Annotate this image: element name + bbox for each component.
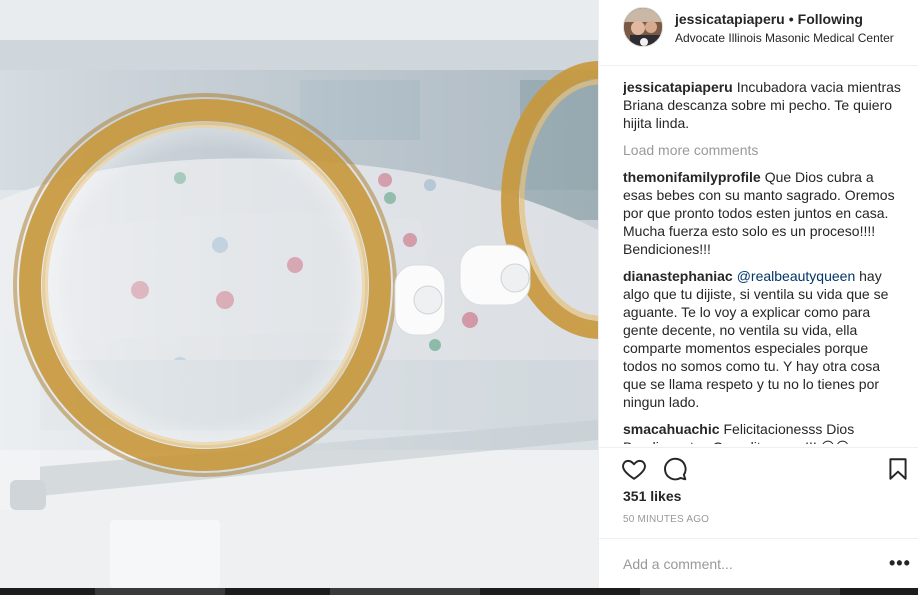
bottom-strip — [0, 588, 918, 595]
avatar[interactable] — [623, 7, 663, 47]
comment-text: hay algo que tu dijiste, si ventila su v… — [623, 268, 889, 410]
post-photo[interactable] — [0, 0, 598, 588]
comment-bubble-icon-svg — [664, 457, 687, 481]
caption-username[interactable]: jessicatapiaperu — [623, 79, 733, 95]
strip-segment — [95, 588, 225, 595]
strip-segment — [330, 588, 480, 595]
add-comment-input[interactable] — [623, 554, 863, 574]
post-sidebar: jessicatapiaperu • Following Advocate Illi… — [598, 0, 918, 588]
load-more-comments-link[interactable]: Load more comments — [623, 141, 903, 159]
post-header: jessicatapiaperu • Following Advocate Illi… — [599, 0, 918, 66]
incubator-photo — [0, 0, 598, 588]
separator-dot: • — [788, 11, 794, 27]
comment-item: smacahuachicFelicitacionesss Dios Bendig… — [623, 420, 903, 444]
comment-item: themonifamilyprofile Que Dios cubra a esa… — [623, 168, 903, 258]
action-bar — [599, 447, 918, 487]
heart-icon[interactable] — [621, 456, 647, 482]
post-timestamp[interactable]: 50 MINUTES AGO — [623, 514, 709, 525]
comment-username[interactable]: themonifamilyprofile — [623, 169, 761, 185]
comment-mention[interactable]: @realbeautyqueen — [737, 268, 856, 284]
heart-icon-svg — [622, 459, 646, 480]
following-button[interactable]: Following — [798, 11, 863, 27]
comments-list[interactable]: jessicatapiaperu Incubadora vacia mientra… — [623, 78, 903, 444]
caption: jessicatapiaperu Incubadora vacia mientra… — [623, 78, 903, 132]
bookmark-icon[interactable] — [885, 456, 911, 482]
add-comment-section: ••• — [599, 538, 918, 588]
header-user-line: jessicatapiaperu • Following — [675, 11, 863, 27]
strip-segment — [640, 588, 840, 595]
bookmark-icon-svg — [889, 458, 907, 480]
more-options-icon[interactable]: ••• — [889, 553, 911, 573]
comment-username[interactable]: smacahuachic — [623, 421, 720, 437]
comment-item: dianastephaniac @realbeautyqueen hay algo… — [623, 267, 903, 411]
like-count[interactable]: 351 likes — [623, 488, 681, 504]
comment-username[interactable]: dianastephaniac — [623, 268, 733, 284]
comment-bubble-icon[interactable] — [662, 456, 688, 482]
post-location[interactable]: Advocate Illinois Masonic Medical Center — [675, 31, 894, 45]
avatar-image — [624, 8, 662, 46]
post-username[interactable]: jessicatapiaperu — [675, 11, 785, 27]
